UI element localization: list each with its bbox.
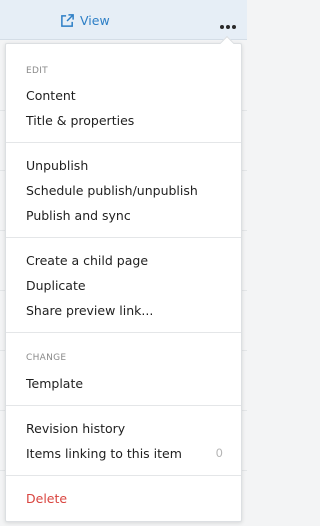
menu-item-items-linking[interactable]: Items linking to this item 0 <box>6 441 241 465</box>
menu-item-unpublish[interactable]: Unpublish <box>6 153 241 177</box>
menu-divider <box>6 405 241 406</box>
menu-item-content[interactable]: Content <box>6 83 241 107</box>
menu-item-label: Share preview link... <box>26 302 154 318</box>
more-dot <box>226 25 230 29</box>
more-dot <box>220 25 224 29</box>
menu-divider <box>6 332 241 333</box>
menu-item-share-preview-link[interactable]: Share preview link... <box>6 298 241 322</box>
menu-item-revision-history[interactable]: Revision history <box>6 416 241 440</box>
more-options-button[interactable] <box>220 13 236 29</box>
menu-divider <box>6 142 241 143</box>
menu-item-label: Duplicate <box>26 277 86 293</box>
section-label-change: CHANGE <box>26 353 67 363</box>
menu-item-schedule-publish[interactable]: Schedule publish/unpublish <box>6 178 241 202</box>
menu-item-label: Items linking to this item <box>26 445 182 461</box>
menu-divider <box>6 237 241 238</box>
menu-item-label: Content <box>26 87 76 103</box>
menu-item-label: Publish and sync <box>26 207 131 223</box>
external-link-icon <box>60 13 75 28</box>
menu-item-title-properties[interactable]: Title & properties <box>6 108 241 132</box>
item-actions-menu: EDIT Content Title & properties Unpublis… <box>5 35 242 522</box>
menu-item-label: Create a child page <box>26 252 149 268</box>
view-button[interactable]: View <box>60 10 110 30</box>
menu-item-label: Schedule publish/unpublish <box>26 182 198 198</box>
menu-item-create-child-page[interactable]: Create a child page <box>6 248 241 272</box>
menu-item-label: Title & properties <box>26 112 135 128</box>
menu-item-delete[interactable]: Delete <box>6 486 241 510</box>
menu-item-label: Unpublish <box>26 157 89 173</box>
items-linking-count: 0 <box>215 446 223 460</box>
menu-item-label: Delete <box>26 490 68 506</box>
section-label-edit: EDIT <box>26 66 48 76</box>
item-toolbar: View <box>0 0 247 40</box>
menu-item-template[interactable]: Template <box>6 371 241 395</box>
view-button-label: View <box>80 12 110 28</box>
menu-item-label: Template <box>26 375 84 391</box>
menu-divider <box>6 475 241 476</box>
menu-item-duplicate[interactable]: Duplicate <box>6 273 241 297</box>
menu-item-publish-and-sync[interactable]: Publish and sync <box>6 203 241 227</box>
more-dot <box>232 25 236 29</box>
menu-item-label: Revision history <box>26 420 126 436</box>
